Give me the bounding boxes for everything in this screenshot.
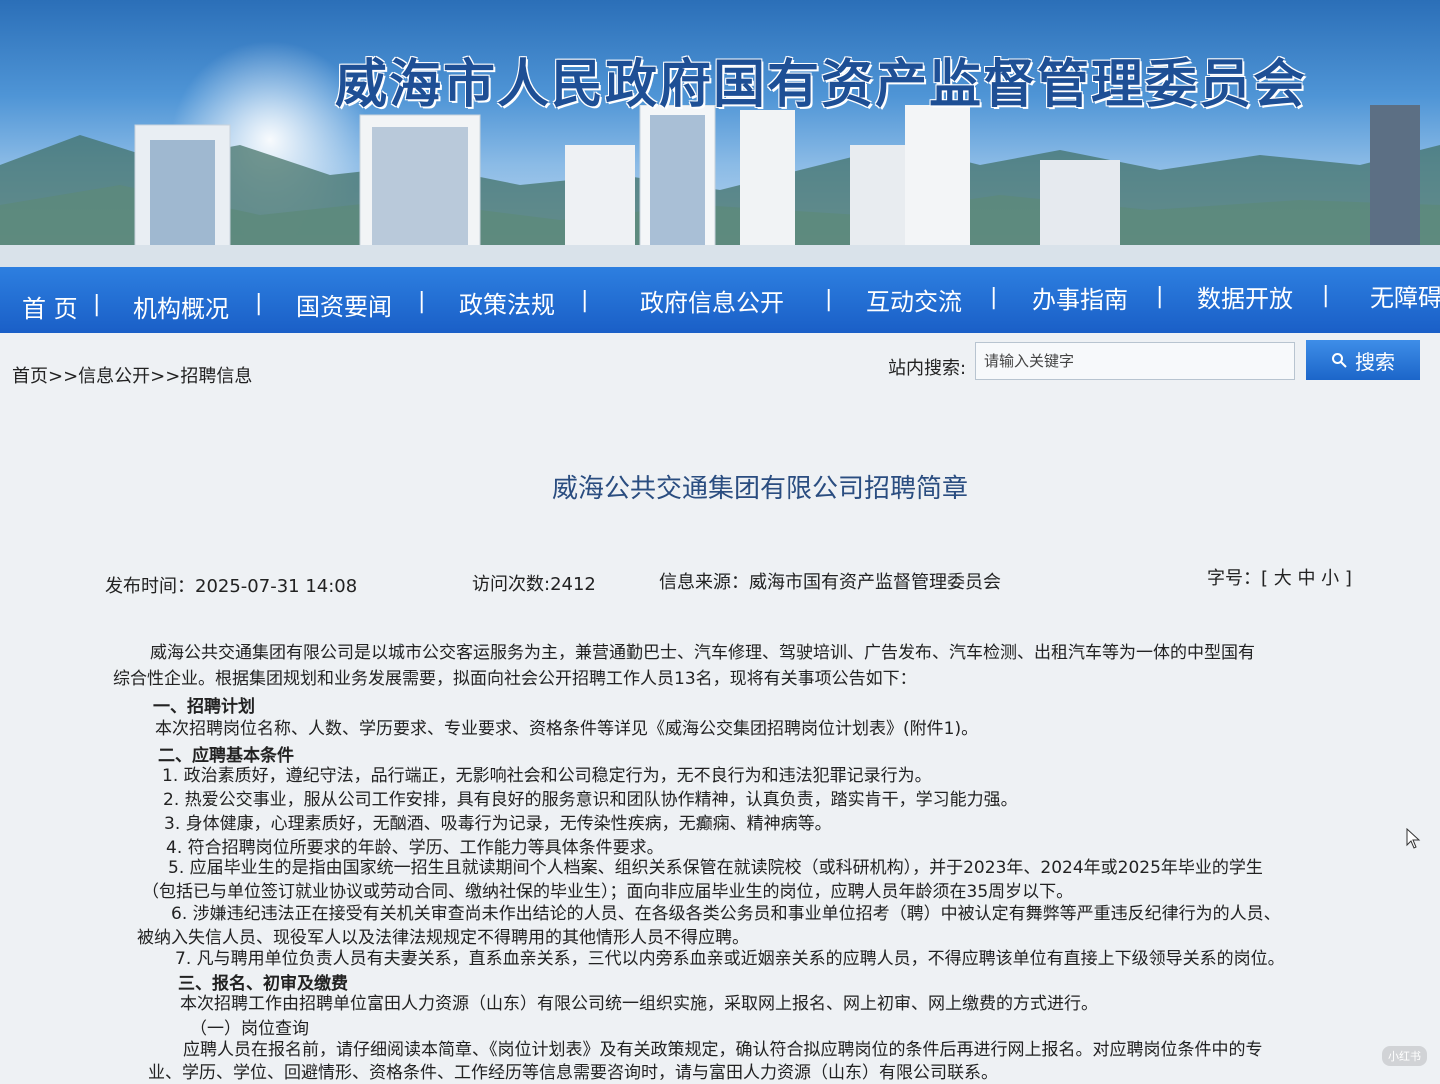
site-banner: 威海市人民政府国有资产监督管理委员会	[0, 0, 1440, 275]
nav-item-policy[interactable]: 政策法规	[459, 285, 555, 320]
article-line: 应聘人员在报名前，请仔细阅读本简章、《岗位计划表》及有关政策规定，确认符合拟应聘…	[183, 1040, 1263, 1060]
font-size-switcher[interactable]: 字号：[ 大 中 小 ]	[1207, 564, 1352, 590]
nav-separator: |	[418, 289, 426, 314]
site-title: 威海市人民政府国有资产监督管理委员会	[335, 54, 1308, 115]
nav-separator: |	[1156, 284, 1164, 309]
article-title: 威海公共交通集团有限公司招聘简章	[551, 474, 968, 504]
nav-separator: |	[1322, 283, 1330, 308]
article-line: 7. 凡与聘用单位负责人员有夫妻关系，直系血亲关系，三代以内旁系血亲或近姻亲关系…	[175, 949, 1285, 969]
search-input[interactable]	[975, 342, 1295, 380]
nav-item-interaction[interactable]: 互动交流	[866, 282, 962, 317]
mouse-cursor-icon	[1406, 828, 1421, 849]
section-heading: 三、报名、初审及缴费	[178, 974, 348, 994]
city-skyline-illustration	[0, 105, 1440, 275]
info-source: 信息来源：威海市国有资产监督管理委员会	[659, 572, 1001, 593]
article-line: 4. 符合招聘岗位所要求的年龄、学历、工作能力等具体条件要求。	[166, 838, 664, 858]
article-line: 2. 热爱公交事业，服从公司工作安排，具有良好的服务意识和团队协作精神，认真负责…	[163, 790, 1018, 810]
watermark: 小红书	[1382, 1046, 1427, 1066]
article-line: 6. 涉嫌违纪违法正在接受有关机关审查尚未作出结论的人员、在各级各类公务员和事业…	[171, 904, 1281, 924]
nav-item-open-data[interactable]: 数据开放	[1197, 279, 1293, 314]
breadcrumb[interactable]: 首页>>信息公开>>招聘信息	[12, 362, 252, 388]
article-line: 5. 应届毕业生的是指由国家统一招生且就读期间个人档案、组织关系保管在就读院校（…	[168, 858, 1263, 878]
main-nav: 首 页 | 机构概况 | 国资要闻 | 政策法规 | 政府信息公开 | 互动交流…	[0, 267, 1440, 333]
article-line: 业、学历、学位、回避情形、资格条件、工作经历等信息需要咨询时，请与富田人力资源（…	[148, 1063, 998, 1083]
visit-count: 访问次数:2412	[472, 574, 596, 595]
nav-separator: |	[255, 291, 263, 316]
search-label: 站内搜索:	[888, 358, 967, 379]
search-icon	[1332, 353, 1347, 368]
nav-separator: |	[581, 288, 589, 313]
nav-item-home[interactable]: 首 页	[22, 289, 78, 324]
article-line: 1. 政治素质好，遵纪守法，品行端正，无影响社会和公司稳定行为，无不良行为和违法…	[162, 766, 932, 786]
sub-heading: （一）岗位查询	[190, 1019, 309, 1039]
article-line: 被纳入失信人员、现役军人以及法律法规规定不得聘用的其他情形人员不得应聘。	[137, 928, 749, 948]
publish-time: 发布时间：2025-07-31 14:08	[105, 576, 358, 597]
article-line: 威海公共交通集团有限公司是以城市公交客运服务为主，兼营通勤巴士、汽车修理、驾驶培…	[150, 643, 1255, 663]
article-line: 3. 身体健康，心理素质好，无酗酒、吸毒行为记录，无传染性疾病，无癫痫、精神病等…	[164, 814, 832, 834]
nav-item-organization[interactable]: 机构概况	[133, 289, 229, 324]
search-button-label: 搜索	[1355, 349, 1395, 374]
article-line: 本次招聘岗位名称、人数、学历要求、专业要求、资格条件等详见《威海公交集团招聘岗位…	[155, 719, 979, 739]
article-line: 本次招聘工作由招聘单位富田人力资源（山东）有限公司统一组织实施，采取网上报名、网…	[180, 994, 1098, 1014]
section-heading: 一、招聘计划	[153, 697, 255, 717]
nav-item-guide[interactable]: 办事指南	[1032, 280, 1128, 315]
nav-item-info-disclosure[interactable]: 政府信息公开	[640, 283, 784, 318]
nav-item-accessibility[interactable]: 无障碍	[1370, 278, 1440, 313]
article-line: 综合性企业。根据集团规划和业务发展需要，拟面向社会公开招聘工作人员13名，现将有…	[113, 669, 917, 689]
article-line: （包括已与单位签订就业协议或劳动合同、缴纳社保的毕业生）；面向非应届毕业生的岗位…	[142, 882, 1074, 902]
nav-separator: |	[990, 285, 998, 310]
nav-separator: |	[93, 292, 101, 317]
section-heading: 二、应聘基本条件	[158, 746, 294, 766]
search-button[interactable]: 搜索	[1306, 340, 1420, 380]
nav-item-news[interactable]: 国资要闻	[296, 287, 392, 322]
nav-separator: |	[825, 287, 833, 312]
